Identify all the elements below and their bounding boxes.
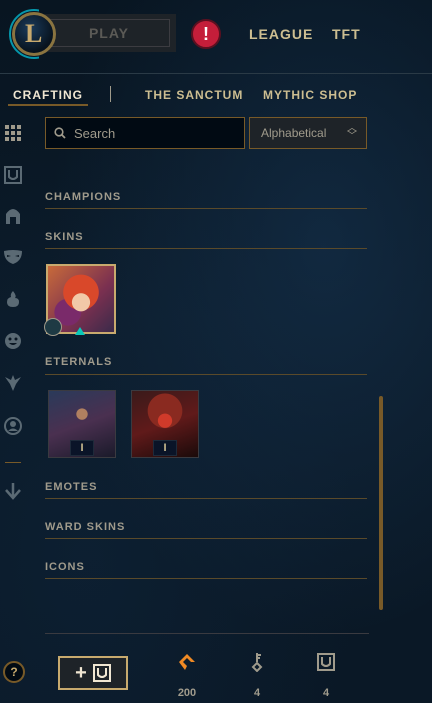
orange-essence-icon	[179, 654, 195, 670]
eternal-series-label: I	[153, 440, 177, 456]
scrollbar-thumb[interactable]	[379, 396, 383, 610]
rail-divider	[5, 462, 21, 463]
orange-essence-count: 200	[177, 687, 197, 699]
tab-mythic-shop[interactable]: MYTHIC SHOP	[263, 88, 357, 102]
grid-icon[interactable]	[3, 123, 23, 143]
currency-keys: 4	[237, 652, 277, 699]
section-divider	[45, 498, 367, 499]
add-chest-button[interactable]: +	[58, 656, 128, 690]
logo-letter: L	[25, 19, 43, 48]
flame-icon[interactable]	[3, 289, 23, 309]
play-button-label: PLAY	[48, 19, 170, 47]
ward-icon[interactable]	[3, 373, 23, 393]
plus-icon: +	[75, 661, 87, 684]
chest-icon[interactable]	[3, 165, 23, 185]
mask-icon[interactable]	[3, 247, 23, 267]
tab-active-underline	[8, 104, 88, 106]
section-skins[interactable]: SKINS	[45, 231, 84, 243]
tab-the-sanctum[interactable]: THE SANCTUM	[145, 88, 243, 102]
emote-icon[interactable]	[3, 331, 23, 351]
key-icon	[251, 653, 263, 673]
play-button[interactable]: PLAY	[42, 14, 176, 52]
league-logo[interactable]: L	[9, 9, 56, 59]
search-icon	[54, 127, 66, 139]
chevron-updown-icon: ︿ ﹀	[347, 123, 357, 142]
alert-icon[interactable]: !	[191, 19, 221, 49]
eternal-tile[interactable]: I	[131, 390, 199, 458]
chest-count: 4	[322, 687, 330, 699]
helmet-icon[interactable]	[3, 206, 23, 226]
currency-chests: 4	[306, 652, 346, 699]
tab-crafting[interactable]: CRAFTING	[13, 88, 83, 102]
footer-divider	[45, 633, 369, 634]
skin-marker-icon	[75, 327, 85, 335]
currency-orange-essence: 200	[167, 652, 207, 699]
sort-selected-label: Alphabetical	[261, 126, 327, 140]
eternal-tile[interactable]: I	[48, 390, 116, 458]
tab-divider	[110, 86, 111, 102]
skin-rarity-icon	[44, 318, 62, 336]
section-divider	[45, 374, 367, 375]
search-input[interactable]	[72, 124, 236, 142]
sort-dropdown[interactable]: Alphabetical ︿ ﹀	[249, 117, 367, 149]
arrow-down-icon[interactable]	[3, 481, 23, 501]
section-divider	[45, 538, 367, 539]
section-divider	[45, 248, 367, 249]
section-eternals[interactable]: ETERNALS	[45, 356, 112, 368]
search-box[interactable]	[45, 117, 245, 149]
eternal-series-label: I	[70, 440, 94, 456]
help-button[interactable]: ?	[3, 661, 25, 683]
profile-icon[interactable]	[3, 416, 23, 436]
nav-league[interactable]: LEAGUE	[249, 26, 313, 42]
key-count: 4	[253, 687, 261, 699]
section-divider	[45, 208, 367, 209]
section-icons[interactable]: ICONS	[45, 561, 85, 573]
header-divider	[0, 73, 432, 74]
section-ward-skins[interactable]: WARD SKINS	[45, 521, 125, 533]
chest-icon	[317, 653, 335, 671]
section-divider	[45, 578, 367, 579]
nav-tft[interactable]: TFT	[332, 26, 361, 42]
chest-icon	[92, 664, 111, 682]
section-champions[interactable]: CHAMPIONS	[45, 191, 121, 203]
section-emotes[interactable]: EMOTES	[45, 481, 97, 493]
